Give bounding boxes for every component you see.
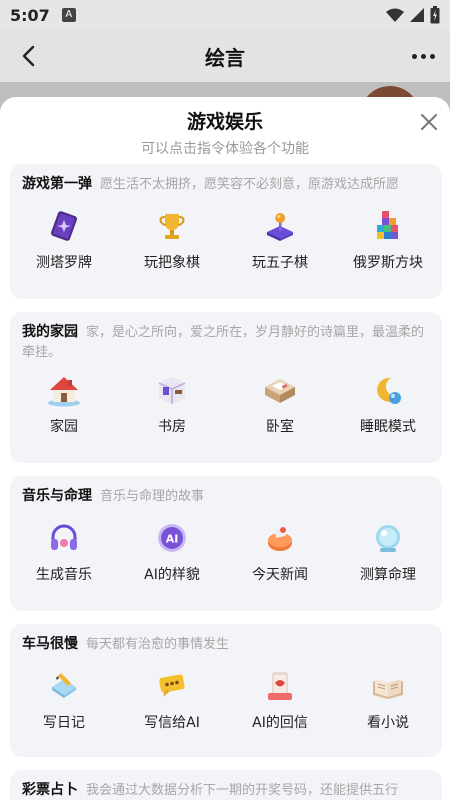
status-bar: 5:07 A	[0, 0, 450, 30]
item-label: 看小说	[367, 715, 409, 731]
item-write-diary[interactable]: 写日记	[10, 666, 118, 732]
item-generate-music[interactable]: 生成音乐	[10, 518, 118, 584]
section-description: 家，是心之所向，爱之所在，岁月静好的诗篇里，最温柔的牵挂。	[22, 325, 425, 360]
item-study[interactable]: 书房	[118, 370, 226, 436]
section-description: 愿生活不太拥挤，愿笑容不必刻意，原游戏达成所愿	[100, 177, 400, 192]
item-ai-appearance[interactable]: AI AI的样貌	[118, 518, 226, 584]
notification-badge: A	[61, 8, 76, 22]
item-bedroom[interactable]: 卧室	[226, 370, 334, 436]
item-label: 书房	[158, 419, 186, 435]
item-label: 家园	[50, 419, 78, 435]
item-sleep-mode[interactable]: 睡眠模式	[334, 370, 442, 436]
item-label: 测算命理	[360, 567, 416, 583]
sheet-title: 游戏娱乐	[186, 111, 263, 133]
letter-phone-icon	[260, 666, 300, 706]
item-label: 玩五子棋	[252, 255, 308, 271]
chat-bubble-icon	[152, 666, 192, 706]
section-title: 车马很慢	[22, 636, 78, 652]
status-icons	[386, 6, 440, 24]
battery-icon	[430, 6, 440, 24]
item-label: 今天新闻	[252, 567, 308, 583]
section-lottery: 彩票占卜 我会通过大数据分析下一期的开奖号码，还能提供五行	[10, 770, 442, 800]
section-title: 音乐与命理	[22, 488, 92, 504]
section-title: 彩票占卜	[22, 782, 78, 798]
crystal-ball-icon	[368, 518, 408, 558]
sheet-subtitle: 可以点击指令体验各个功能	[141, 141, 309, 157]
section-games: 游戏第一弹 愿生活不太拥挤，愿笑容不必刻意，原游戏达成所愿 测塔罗牌 玩把象棋 玩…	[10, 164, 442, 299]
joystick-icon	[260, 206, 300, 246]
item-label: AI的样貌	[144, 567, 200, 583]
moon-icon	[368, 370, 408, 410]
section-title: 我的家园	[22, 324, 78, 340]
close-icon	[421, 114, 437, 130]
news-icon	[260, 518, 300, 558]
open-book-icon	[368, 666, 408, 706]
section-description: 音乐与命理的故事	[100, 489, 205, 504]
ai-badge-icon: AI	[152, 518, 192, 558]
tarot-icon	[44, 206, 84, 246]
study-room-icon	[152, 370, 192, 410]
close-button[interactable]	[418, 111, 440, 133]
item-tetris[interactable]: 俄罗斯方块	[334, 206, 442, 272]
item-home[interactable]: 家园	[10, 370, 118, 436]
games-sheet: 游戏娱乐 可以点击指令体验各个功能 游戏第一弹 愿生活不太拥挤，愿笑容不必刻意，原…	[0, 97, 450, 800]
item-tarot[interactable]: 测塔罗牌	[10, 206, 118, 272]
app-title: 绘言	[205, 45, 245, 70]
item-label: 写信给AI	[144, 715, 200, 731]
item-label: 睡眠模式	[360, 419, 416, 435]
bedroom-icon	[260, 370, 300, 410]
trophy-icon	[152, 206, 192, 246]
app-bar: 绘言	[0, 30, 450, 82]
section-title: 游戏第一弹	[22, 176, 92, 192]
item-label: 测塔罗牌	[36, 255, 92, 271]
wifi-icon	[386, 8, 404, 22]
section-music-fortune: 音乐与命理 音乐与命理的故事 生成音乐 AI AI的样貌 今天新闻 测算命理	[10, 476, 442, 611]
svg-text:AI: AI	[166, 533, 179, 546]
diary-icon	[44, 666, 84, 706]
item-read-novel[interactable]: 看小说	[334, 666, 442, 732]
section-slow-life: 车马很慢 每天都有治愈的事情发生 写日记 写信给AI AI的回信 看小说	[10, 624, 442, 757]
back-arrow-icon	[22, 45, 35, 67]
blocks-icon	[368, 206, 408, 246]
headphones-icon	[44, 518, 84, 558]
section-description: 我会通过大数据分析下一期的开奖号码，还能提供五行	[86, 783, 399, 798]
item-label: 俄罗斯方块	[353, 255, 423, 271]
item-label: 写日记	[43, 715, 85, 731]
item-chess[interactable]: 玩把象棋	[118, 206, 226, 272]
item-label: AI的回信	[252, 715, 308, 731]
item-label: 卧室	[266, 419, 294, 435]
item-today-news[interactable]: 今天新闻	[226, 518, 334, 584]
section-home: 我的家园 家，是心之所向，爱之所在，岁月静好的诗篇里，最温柔的牵挂。 家园 书房 …	[10, 312, 442, 463]
back-button[interactable]	[14, 42, 42, 70]
item-gomoku[interactable]: 玩五子棋	[226, 206, 334, 272]
section-description: 每天都有治愈的事情发生	[86, 637, 230, 652]
item-label: 生成音乐	[36, 567, 92, 583]
item-label: 玩把象棋	[144, 255, 200, 271]
house-icon	[44, 370, 84, 410]
status-time: 5:07	[10, 5, 50, 25]
signal-icon	[410, 8, 424, 22]
item-ai-reply[interactable]: AI的回信	[226, 666, 334, 732]
item-fortune[interactable]: 测算命理	[334, 518, 442, 584]
item-letter-to-ai[interactable]: 写信给AI	[118, 666, 226, 732]
more-options-button[interactable]	[408, 44, 438, 68]
